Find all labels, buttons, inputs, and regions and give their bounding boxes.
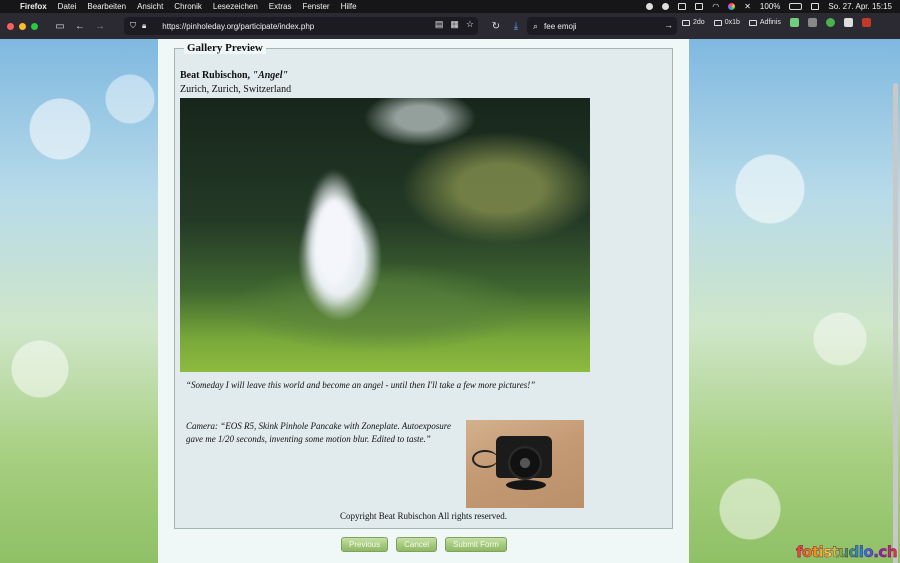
folder-icon [713,19,722,26]
download-icon[interactable]: ⤓ [508,18,524,34]
folder-icon [748,19,757,26]
battery-percent[interactable]: 100% [760,2,780,11]
search-go-arrow-icon[interactable]: → [664,20,673,30]
address-bar[interactable]: ⛉ 🔒︎ https://pinholeday.org/participate/… [124,17,478,35]
camera-lens [508,446,542,480]
back-arrow-icon[interactable]: ← [72,18,88,34]
extension-icon[interactable] [789,18,799,27]
menu-extras[interactable]: Extras [269,2,292,11]
menu-datei[interactable]: Datei [58,2,77,11]
close-window-icon[interactable] [7,22,14,30]
zoom-window-icon[interactable] [31,22,38,30]
menu-hilfe[interactable]: Hilfe [341,2,357,11]
menu-app-firefox[interactable]: Firefox [20,2,47,11]
bookmark-label: 2do [693,19,705,26]
battery-icon[interactable] [789,3,803,10]
menu-fenster[interactable]: Fenster [302,2,329,11]
menu-ansicht[interactable]: Ansicht [137,2,163,11]
bookmark-label: Adfinis [759,19,781,26]
camera-photo [466,420,584,508]
gallery-legend: Gallery Preview [184,42,266,54]
lock-icon[interactable]: 🔒︎ [142,21,146,31]
status-icons: ◠ ✕ 100% So. 27. Apr. 15:15 [646,0,892,13]
bookmark-star-icon[interactable]: ☆ [466,19,474,30]
minimize-window-icon[interactable] [19,22,26,30]
photo-heading: Beat Rubischon, "Angel" [180,70,288,81]
search-query[interactable]: fee emoji [544,22,576,31]
url-actions: ▤ ▦ ☆ [435,19,474,30]
reload-icon[interactable]: ↻ [488,18,504,34]
photographer-name: Beat Rubischon, [180,70,251,81]
extension-green-icon[interactable] [825,18,835,27]
control-center-icon[interactable] [811,3,820,10]
photo-title: "Angel" [252,70,289,81]
photo-figure [298,160,370,310]
clock-icon[interactable] [662,3,670,10]
folder-icon [682,19,690,26]
bookmark-folder-adfinis[interactable]: Adfinis [748,19,781,26]
grid-icon[interactable]: ▦ [450,19,459,30]
page-viewport: Gallery Preview Beat Rubischon, "Angel" … [0,39,900,563]
camera-description: Camera: “EOS R5, Skink Pinhole Pancake w… [186,421,451,444]
reader-view-icon[interactable]: ▤ [435,19,444,30]
clock-datetime[interactable]: So. 27. Apr. 15:15 [828,2,892,11]
copyright-notice: Copyright Beat Rubischon All rights rese… [340,511,507,521]
extensions-grid-icon[interactable] [843,18,853,27]
bookmark-label: 0x1b [724,19,740,26]
gallery-preview: Gallery Preview Beat Rubischon, "Angel" … [174,42,673,529]
bookmarks-bar: 2do 0x1b Adfinis [682,18,871,27]
watermark-logo: fotistudio.ch [796,543,898,561]
check-circle-icon[interactable] [646,3,654,10]
sidebar-toggle-icon[interactable]: ▭ [52,18,68,34]
cancel-button[interactable]: Cancel [396,537,438,552]
menu-bar: Firefox Datei Bearbeiten Ansicht Chronik… [0,0,900,13]
content-panel: Gallery Preview Beat Rubischon, "Angel" … [158,39,689,563]
camera-strap [472,450,498,468]
search-icon: ⌕ [533,20,539,31]
wifi-icon[interactable]: ◠ [712,2,719,11]
menu-bearbeiten[interactable]: Bearbeiten [87,2,126,11]
scrollbar[interactable] [893,83,898,563]
menu-lesezeichen[interactable]: Lesezeichen [213,2,258,11]
menu-chronik[interactable]: Chronik [174,2,202,11]
window-controls [7,22,38,30]
mute-icon[interactable]: ✕ [744,2,751,11]
forward-arrow-icon[interactable]: → [92,18,108,34]
photo-quote: “Someday I will leave this world and bec… [186,380,536,390]
color-wheel-icon[interactable] [728,3,736,10]
bookmark-folder-0x1b[interactable]: 0x1b [713,19,740,26]
bookmark-folder-2do[interactable]: 2do [682,19,705,26]
screen-icon[interactable] [678,3,687,10]
gallery-photo [180,98,590,372]
browser-toolbar: ▭ ← → ⛉ 🔒︎ https://pinholeday.org/partic… [0,13,900,39]
photo-location: Zurich, Zurich, Switzerland [180,84,292,95]
camera-stand [506,480,546,490]
extension-red-icon[interactable] [861,18,871,27]
previous-button[interactable]: Previous [341,537,389,552]
extension-mask-icon[interactable] [807,18,817,27]
shield-icon[interactable]: ⛉ [130,21,136,31]
calendar-icon[interactable] [695,3,704,10]
submit-form-button[interactable]: Submit Form [445,537,507,552]
form-buttons: Previous Cancel Submit Form [341,537,507,552]
url-text[interactable]: https://pinholeday.org/participate/index… [162,22,314,31]
search-bar[interactable]: ⌕ fee emoji → [527,17,677,35]
